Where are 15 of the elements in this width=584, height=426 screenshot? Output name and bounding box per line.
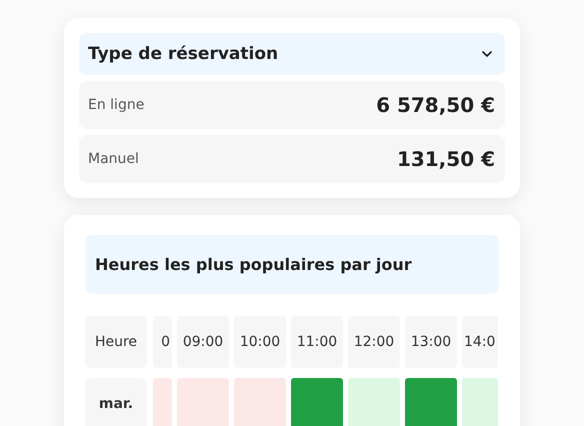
row-amount: 6 578,50 € [376,93,495,117]
hour-cell: 11:00 [291,316,343,368]
hour-cell: 0 [153,316,172,368]
card-title: Heures les plus populaires par jour [95,255,412,274]
row-label: En ligne [88,97,144,113]
row-label: Manuel [88,151,139,167]
hour-cell: 12:00 [348,316,400,368]
booking-type-dropdown[interactable]: Type de réservation [79,33,505,75]
day-cell: mar. [85,378,147,426]
header-cell: Heure [85,316,147,368]
hour-cell: 14:0 [462,316,498,368]
row-amount: 131,50 € [396,147,495,171]
hour-cell: 09:00 [177,316,229,368]
hour-cell: 13:00 [405,316,457,368]
hour-cell: 10:00 [234,316,286,368]
